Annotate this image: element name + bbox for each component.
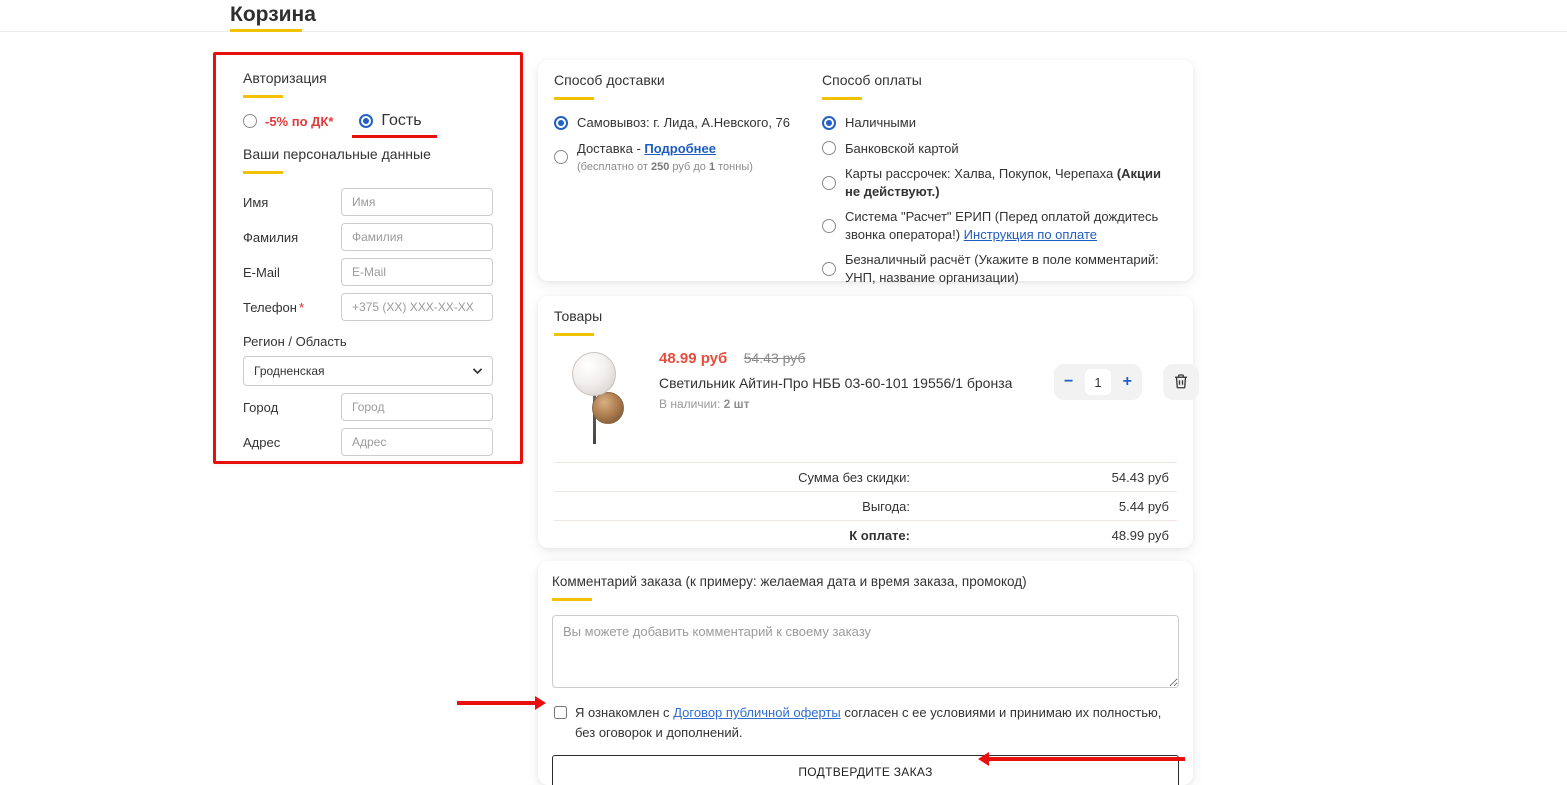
heading-accent-line <box>243 171 283 174</box>
form-row-address: Адрес <box>243 428 493 456</box>
radio-icon[interactable] <box>822 141 836 155</box>
order-comment-textarea[interactable] <box>552 615 1179 688</box>
comment-card: Комментарий заказа (к примеру: желаемая … <box>538 561 1193 785</box>
personal-data-heading: Ваши персональные данные <box>243 146 493 162</box>
radio-icon[interactable] <box>822 262 836 276</box>
payment-section: Способ оплаты Наличными Банковской карто… <box>822 72 1177 269</box>
form-row-email: E-Mail <box>243 258 493 286</box>
radio-checked-icon[interactable] <box>359 114 373 128</box>
stock-status: В наличии: 2 шт <box>659 397 1049 411</box>
product-image[interactable] <box>568 352 624 444</box>
radio-icon[interactable] <box>822 219 836 233</box>
payment-option-erip[interactable]: Система "Расчет" ЕРИП (Перед оплатой дож… <box>822 208 1177 243</box>
terms-checkbox[interactable] <box>554 706 567 719</box>
radio-guest[interactable]: Гость <box>359 112 421 130</box>
name-field[interactable] <box>341 188 493 216</box>
cart-page: Корзина Авторизация -5% по ДК* Гость Ваш… <box>0 0 1567 785</box>
radio-guest-label: Гость <box>381 112 421 130</box>
page-title: Корзина <box>230 3 316 27</box>
cart-item-row: 48.99 руб 54.43 руб Светильник Айтин-Про… <box>554 350 1177 450</box>
surname-field[interactable] <box>341 223 493 251</box>
delivery-note: (бесплатно от 250 руб до 1 тонны) <box>577 160 753 175</box>
address-field[interactable] <box>341 428 493 456</box>
radio-discount-label: -5% по ДК* <box>265 114 333 129</box>
heading-accent-line <box>554 333 594 336</box>
radio-icon[interactable] <box>822 176 836 190</box>
delivery-details-link[interactable]: Подробнее <box>644 141 716 156</box>
delivery-section: Способ доставки Самовывоз: г. Лида, А.Не… <box>554 72 822 269</box>
phone-field[interactable] <box>341 293 493 321</box>
quantity-decrease-button[interactable]: − <box>1064 374 1073 390</box>
radio-icon[interactable] <box>554 150 568 164</box>
delivery-option-pickup[interactable]: Самовывоз: г. Лида, А.Невского, 76 <box>554 114 822 132</box>
terms-text: Я ознакомлен с Договор публичной оферты … <box>575 703 1175 742</box>
heading-accent-line <box>822 97 862 100</box>
payment-option-card[interactable]: Банковской картой <box>822 140 1177 158</box>
annotation-arrow-to-confirm-button <box>989 757 1185 761</box>
trash-icon <box>1172 372 1190 393</box>
terms-agreement-row: Я ознакомлен с Договор публичной оферты … <box>554 703 1179 742</box>
form-row-name: Имя <box>243 188 493 216</box>
radio-checked-icon[interactable] <box>554 116 568 130</box>
heading-accent-line <box>554 97 594 100</box>
authorization-heading: Авторизация <box>243 70 493 86</box>
pickup-label: Самовывоз: г. Лида, А.Невского, 76 <box>577 114 790 132</box>
guest-red-underline <box>352 135 436 138</box>
price-old: 54.43 руб <box>744 350 806 366</box>
auth-type-radios: -5% по ДК* Гость <box>243 112 493 130</box>
quantity-stepper: − + <box>1054 364 1142 400</box>
summary-row-subtotal: Сумма без скидки: 54.43 руб <box>554 462 1177 491</box>
payment-option-installment[interactable]: Карты рассрочек: Халва, Покупок, Черепах… <box>822 165 1177 200</box>
city-label: Город <box>243 400 278 415</box>
region-label: Регион / Область <box>243 334 493 349</box>
surname-label: Фамилия <box>243 230 298 245</box>
products-heading: Товары <box>554 308 1177 324</box>
summary-row-total: К оплате: 48.99 руб <box>554 520 1177 549</box>
region-select[interactable]: Гродненская <box>243 356 493 386</box>
city-field[interactable] <box>341 393 493 421</box>
price-row: 48.99 руб 54.43 руб <box>659 350 1049 368</box>
email-label: E-Mail <box>243 265 280 280</box>
payment-option-cash[interactable]: Наличными <box>822 114 1177 132</box>
annotation-arrow-to-checkbox <box>457 701 535 705</box>
payment-heading: Способ оплаты <box>822 72 1177 88</box>
price-current: 48.99 руб <box>659 350 727 367</box>
product-name[interactable]: Светильник Айтин-Про НББ 03-60-101 19556… <box>659 375 1049 391</box>
delivery-payment-card: Способ доставки Самовывоз: г. Лида, А.Не… <box>538 60 1193 281</box>
form-row-surname: Фамилия <box>243 223 493 251</box>
heading-accent-line <box>552 598 592 601</box>
delivery-option-courier[interactable]: Доставка - Подробнее (бесплатно от 250 р… <box>554 140 822 175</box>
payment-instruction-link[interactable]: Инструкция по оплате <box>964 227 1097 242</box>
email-field[interactable] <box>341 258 493 286</box>
radio-icon[interactable] <box>243 114 257 128</box>
heading-accent-line <box>243 95 283 98</box>
form-row-city: Город <box>243 393 493 421</box>
name-label: Имя <box>243 195 268 210</box>
address-label: Адрес <box>243 435 280 450</box>
authorization-panel: Авторизация -5% по ДК* Гость Ваши персон… <box>213 52 523 464</box>
products-card: Товары 48.99 руб 54.43 руб Светильник Ай… <box>538 296 1193 548</box>
delivery-heading: Способ доставки <box>554 72 822 88</box>
radio-discount-card[interactable]: -5% по ДК* <box>243 114 333 129</box>
comment-heading: Комментарий заказа (к примеру: желаемая … <box>552 574 1179 589</box>
offer-agreement-link[interactable]: Договор публичной оферты <box>673 705 841 720</box>
payment-option-cashless[interactable]: Безналичный расчёт (Укажите в поле комме… <box>822 251 1177 286</box>
summary-row-discount: Выгода: 5.44 руб <box>554 491 1177 520</box>
region-select-wrap: Гродненская <box>243 356 493 386</box>
order-summary: Сумма без скидки: 54.43 руб Выгода: 5.44… <box>554 462 1177 549</box>
form-row-phone: Телефон* <box>243 293 493 321</box>
quantity-input[interactable] <box>1085 369 1111 395</box>
product-info: 48.99 руб 54.43 руб Светильник Айтин-Про… <box>659 350 1049 411</box>
remove-item-button[interactable] <box>1163 364 1199 400</box>
required-asterisk: * <box>299 300 304 315</box>
courier-label: Доставка - <box>577 141 644 156</box>
quantity-increase-button[interactable]: + <box>1123 374 1132 390</box>
title-accent-underline <box>230 29 302 32</box>
radio-checked-icon[interactable] <box>822 116 836 130</box>
phone-label: Телефон* <box>243 300 304 315</box>
